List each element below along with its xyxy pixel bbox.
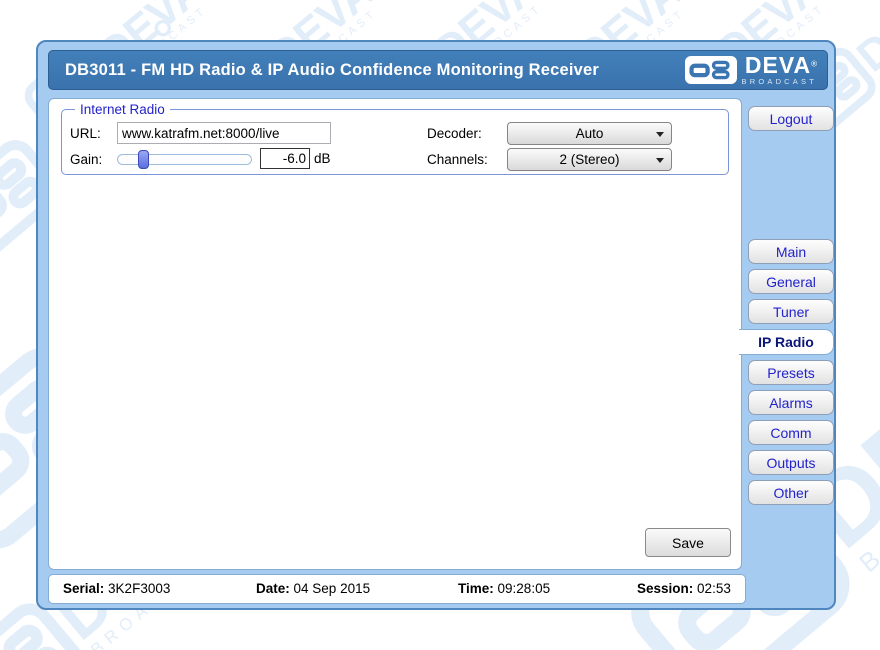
serial-status: Serial: 3K2F3003 <box>63 575 170 603</box>
content-area: Internet Radio URL: Gain: dB Decoder: Au… <box>48 98 742 570</box>
db-monogram-icon <box>684 56 737 84</box>
sidebar-item-general[interactable]: General <box>748 269 834 294</box>
date-label: Date: <box>256 581 290 596</box>
time-status: Time: 09:28:05 <box>458 575 550 603</box>
registered-mark: ® <box>811 59 817 69</box>
sidebar-nav: Main General Tuner IP Radio Presets Alarms Com… <box>739 239 834 505</box>
channels-value: 2 (Stereo) <box>559 152 620 167</box>
save-button[interactable]: Save <box>645 528 731 557</box>
page-title: DB3011 - FM HD Radio & IP Audio Confiden… <box>65 60 600 79</box>
session-status: Session: 02:53 <box>637 575 731 603</box>
deva-logo: DEVA® BROADCAST <box>684 54 817 86</box>
date-value: 04 Sep 2015 <box>293 581 371 596</box>
sidebar-item-main[interactable]: Main <box>748 239 834 264</box>
gain-label: Gain: <box>70 152 103 167</box>
url-label: URL: <box>70 126 101 141</box>
time-label: Time: <box>458 581 494 596</box>
session-label: Session: <box>637 581 694 596</box>
dropdown-arrow-icon <box>656 158 664 163</box>
channels-dropdown[interactable]: 2 (Stereo) <box>507 148 672 171</box>
sidebar-item-comm[interactable]: Comm <box>748 420 834 445</box>
logo-brand: DEVA <box>744 52 812 79</box>
sidebar-item-tuner[interactable]: Tuner <box>748 299 834 324</box>
url-input[interactable] <box>117 122 331 144</box>
group-legend: Internet Radio <box>75 102 170 117</box>
gain-unit-label: dB <box>314 151 331 166</box>
logo-subtitle: BROADCAST <box>741 77 817 87</box>
app-panel: DB3011 - FM HD Radio & IP Audio Confiden… <box>36 40 836 610</box>
decoder-label: Decoder: <box>427 126 482 141</box>
sidebar-item-outputs[interactable]: Outputs <box>748 450 834 475</box>
logout-button[interactable]: Logout <box>748 106 834 131</box>
sidebar-item-ip-radio[interactable]: IP Radio <box>739 329 834 355</box>
decoder-dropdown[interactable]: Auto <box>507 122 672 145</box>
time-value: 09:28:05 <box>497 581 551 596</box>
decoder-value: Auto <box>575 126 604 141</box>
session-value: 02:53 <box>697 581 731 596</box>
gain-value-input[interactable] <box>260 148 310 169</box>
status-bar: Serial: 3K2F3003 Date: 04 Sep 2015 Time:… <box>48 574 746 604</box>
channels-label: Channels: <box>427 152 488 167</box>
sidebar-item-presets[interactable]: Presets <box>748 360 834 385</box>
logo-text: DEVA® BROADCAST <box>742 54 817 86</box>
gain-slider-thumb[interactable] <box>138 150 149 169</box>
dropdown-arrow-icon <box>656 132 664 137</box>
header-bar: DB3011 - FM HD Radio & IP Audio Confiden… <box>48 50 828 90</box>
internet-radio-group: Internet Radio URL: Gain: dB Decoder: Au… <box>61 102 729 175</box>
sidebar-item-alarms[interactable]: Alarms <box>748 390 834 415</box>
sidebar-item-other[interactable]: Other <box>748 480 834 505</box>
serial-label: Serial: <box>63 581 105 596</box>
serial-value: 3K2F3003 <box>108 581 171 596</box>
date-status: Date: 04 Sep 2015 <box>256 575 370 603</box>
gain-slider[interactable] <box>117 150 252 169</box>
